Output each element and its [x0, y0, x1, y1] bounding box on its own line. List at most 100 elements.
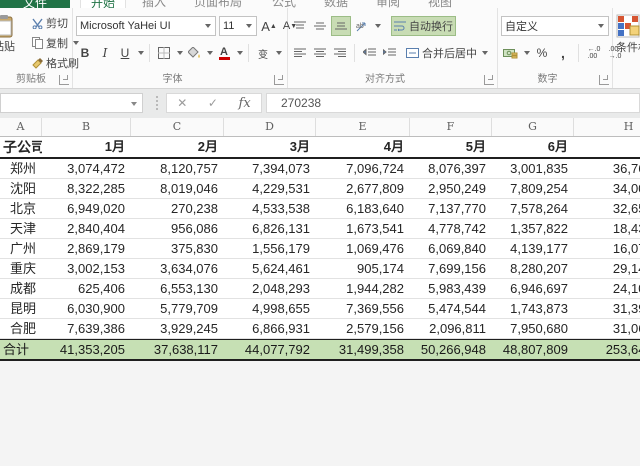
cell-G11[interactable]: 48,807,809 [492, 340, 574, 359]
cell-B9[interactable]: 6,030,900 [42, 299, 131, 318]
bold-button[interactable]: B [76, 44, 94, 62]
cell-D1[interactable]: 3月 [224, 137, 316, 157]
align-left-button[interactable] [291, 44, 309, 62]
cell-A2[interactable]: 郑州 [0, 159, 42, 178]
tab-视图[interactable]: 视图 [418, 0, 462, 8]
cell-C2[interactable]: 8,120,757 [131, 159, 224, 178]
cell-E8[interactable]: 1,944,282 [316, 279, 410, 298]
percent-style-button[interactable]: % [533, 44, 551, 62]
cell-H11[interactable]: 253,643,229 [574, 340, 640, 359]
cell-H6[interactable]: 16,079,681 [574, 239, 640, 258]
cancel-button[interactable]: ✕ [177, 96, 187, 110]
cell-D3[interactable]: 4,229,531 [224, 179, 316, 198]
cell-C11[interactable]: 37,638,117 [131, 340, 224, 359]
clipboard-dialog-launcher[interactable] [59, 75, 69, 85]
fill-color-button[interactable] [185, 44, 203, 62]
decrease-indent-button[interactable] [360, 44, 378, 62]
cell-A7[interactable]: 重庆 [0, 259, 42, 278]
name-box[interactable] [0, 93, 143, 113]
cell-E10[interactable]: 2,579,156 [316, 319, 410, 338]
formula-bar-splitter[interactable] [156, 96, 158, 110]
font-color-dropdown[interactable] [237, 51, 243, 55]
cell-A3[interactable]: 沈阳 [0, 179, 42, 198]
cell-H4[interactable]: 32,652,470 [574, 199, 640, 218]
cell-C4[interactable]: 270,238 [131, 199, 224, 218]
cell-C7[interactable]: 3,634,076 [131, 259, 224, 278]
cell-F8[interactable]: 5,983,439 [410, 279, 492, 298]
cell-B5[interactable]: 2,840,404 [42, 219, 131, 238]
paste-button[interactable]: 粘贴 [0, 14, 24, 54]
cell-F10[interactable]: 2,096,811 [410, 319, 492, 338]
phonetic-guide-button[interactable]: 变 [254, 44, 272, 62]
cell-F6[interactable]: 6,069,840 [410, 239, 492, 258]
align-middle-button[interactable] [311, 17, 329, 35]
cell-C10[interactable]: 3,929,245 [131, 319, 224, 338]
tab-插入[interactable]: 插入 [132, 0, 176, 8]
column-header-D[interactable]: D [224, 118, 316, 136]
cell-D2[interactable]: 7,394,073 [224, 159, 316, 178]
cell-H3[interactable]: 34,008,174 [574, 179, 640, 198]
cell-B8[interactable]: 625,406 [42, 279, 131, 298]
cell-H1[interactable]: 合计 [574, 137, 640, 157]
increase-decimal-button[interactable]: ←.0 .00 [585, 44, 603, 62]
cell-F4[interactable]: 7,137,770 [410, 199, 492, 218]
cell-D8[interactable]: 2,048,293 [224, 279, 316, 298]
font-color-button[interactable]: A [215, 44, 233, 62]
cell-F3[interactable]: 2,950,249 [410, 179, 492, 198]
cell-B6[interactable]: 2,869,179 [42, 239, 131, 258]
cell-E3[interactable]: 2,677,809 [316, 179, 410, 198]
align-right-button[interactable] [331, 44, 349, 62]
cell-H10[interactable]: 31,062,209 [574, 319, 640, 338]
merge-center-button[interactable]: 合并后居中 [404, 44, 490, 62]
align-center-button[interactable] [311, 44, 329, 62]
name-box-dropdown[interactable] [131, 102, 137, 106]
cell-D6[interactable]: 1,556,179 [224, 239, 316, 258]
font-size-combo[interactable]: 11 [219, 16, 257, 36]
cell-A5[interactable]: 天津 [0, 219, 42, 238]
increase-font-icon[interactable]: A▲ [260, 17, 278, 35]
column-header-C[interactable]: C [131, 118, 224, 136]
enter-button[interactable]: ✓ [208, 96, 218, 110]
align-bottom-button[interactable] [331, 16, 351, 36]
cell-A1[interactable]: 子公司 [0, 137, 42, 157]
cell-B10[interactable]: 7,639,386 [42, 319, 131, 338]
cell-F9[interactable]: 5,474,544 [410, 299, 492, 318]
cell-C5[interactable]: 956,086 [131, 219, 224, 238]
column-header-G[interactable]: G [492, 118, 574, 136]
cell-B4[interactable]: 6,949,020 [42, 199, 131, 218]
cell-G5[interactable]: 1,357,822 [492, 219, 574, 238]
cell-H2[interactable]: 36,764,258 [574, 159, 640, 178]
orientation-dropdown[interactable] [375, 24, 381, 28]
cell-E6[interactable]: 1,069,476 [316, 239, 410, 258]
cell-A4[interactable]: 北京 [0, 199, 42, 218]
increase-indent-button[interactable] [380, 44, 398, 62]
cell-G10[interactable]: 7,950,680 [492, 319, 574, 338]
cell-G8[interactable]: 6,946,697 [492, 279, 574, 298]
cell-G7[interactable]: 8,280,207 [492, 259, 574, 278]
accounting-format-button[interactable] [501, 44, 519, 62]
cell-D7[interactable]: 5,624,461 [224, 259, 316, 278]
cell-H5[interactable]: 18,432,726 [574, 219, 640, 238]
cell-G1[interactable]: 6月 [492, 137, 574, 157]
cell-G6[interactable]: 4,139,177 [492, 239, 574, 258]
cell-D11[interactable]: 44,077,792 [224, 340, 316, 359]
cell-E4[interactable]: 6,183,640 [316, 199, 410, 218]
cell-E7[interactable]: 905,174 [316, 259, 410, 278]
cell-G2[interactable]: 3,001,835 [492, 159, 574, 178]
cell-B7[interactable]: 3,002,153 [42, 259, 131, 278]
tab-file[interactable]: 文件 [0, 0, 70, 8]
column-header-A[interactable]: A [0, 118, 42, 136]
tab-公式[interactable]: 公式 [262, 0, 306, 8]
tab-数据[interactable]: 数据 [314, 0, 358, 8]
underline-dropdown[interactable] [138, 51, 144, 55]
cell-B2[interactable]: 3,074,472 [42, 159, 131, 178]
cell-C8[interactable]: 6,553,130 [131, 279, 224, 298]
cell-G3[interactable]: 7,809,254 [492, 179, 574, 198]
comma-style-button[interactable]: , [554, 44, 572, 62]
tab-页面布局[interactable]: 页面布局 [184, 0, 252, 8]
borders-dropdown[interactable] [177, 51, 183, 55]
cell-C1[interactable]: 2月 [131, 137, 224, 157]
tab-审阅[interactable]: 审阅 [366, 0, 410, 8]
cell-E5[interactable]: 1,673,541 [316, 219, 410, 238]
conditional-formatting-button[interactable]: 条件格式 [616, 14, 640, 56]
